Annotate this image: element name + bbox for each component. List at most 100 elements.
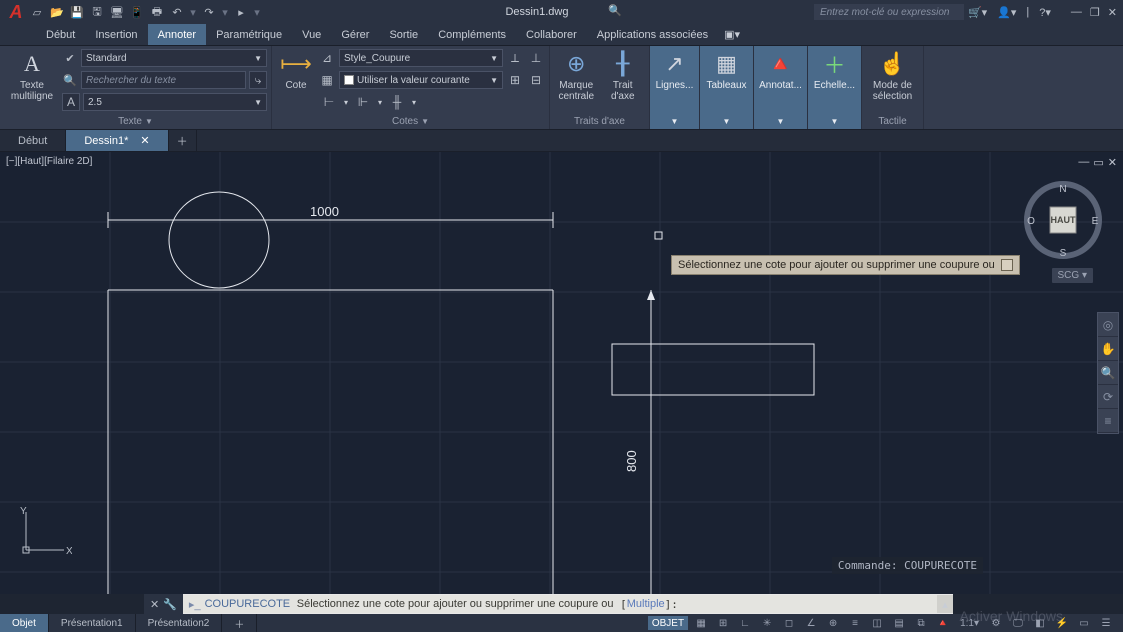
tooltip-options-icon[interactable] [1001,259,1013,271]
drawing-canvas[interactable]: [−][Haut][Filaire 2D] — ▭ ✕ 1000 800 [0,152,1123,594]
layer-icon[interactable]: ▦ [318,71,336,89]
new-icon[interactable]: ▱ [30,5,44,19]
doc-tab-start[interactable]: Début [0,130,66,151]
center-mark-button[interactable]: ⊕ Marque centrale [554,48,599,113]
dimstyle-picker-icon[interactable]: ⊿ [318,49,336,67]
title-search-icon[interactable]: 🔍 [608,4,622,17]
dim-c-icon[interactable]: ⊞ [506,71,524,89]
vp-close-icon[interactable]: ✕ [1108,156,1117,169]
tab-debut[interactable]: Début [36,24,85,45]
tab-annoter[interactable]: Annoter [148,24,207,45]
dim-layer-dropdown[interactable]: Utiliser la valeur courante▼ [339,71,503,89]
saveas-icon[interactable]: 🖫 [90,5,104,19]
dim-a-icon[interactable]: ⟂ [506,49,524,67]
panel-title-texte[interactable]: Texte▼ [4,113,267,129]
cmd-close-icon[interactable]: ✕ [150,598,159,611]
touch-mode-button[interactable]: ☝Mode de sélection [866,48,919,113]
anno-scale-button[interactable]: 🔺Annotat... [758,48,803,113]
tab-apps[interactable]: Applications associées [587,24,718,45]
tab-sortie[interactable]: Sortie [379,24,428,45]
status-osnap-icon[interactable]: ◻ [780,616,798,630]
undo-icon[interactable]: ↶ [170,5,184,19]
doc-tab-close-icon[interactable]: ✕ [140,134,149,147]
text-style-dropdown[interactable]: Standard▼ [81,49,267,67]
panel-drop-annotat[interactable]: ▼ [758,113,803,129]
dimension-button[interactable]: ⟼ Cote [276,48,316,113]
status-ortho-icon[interactable]: ∟ [736,616,754,630]
restore-icon[interactable]: ❐ [1090,6,1100,19]
text-multiline-button[interactable]: A Texte multiligne [4,48,60,113]
leader-button[interactable]: ↗Lignes... [654,48,695,113]
status-track-icon[interactable]: ∠ [802,616,820,630]
tab-parametrique[interactable]: Paramétrique [206,24,292,45]
nav-wheel-icon[interactable]: ◎ [1098,313,1118,337]
text-height-dropdown[interactable]: 2.5▼ [83,93,267,111]
find-text-input[interactable]: Rechercher du texte [81,71,246,89]
panel-drop-echelle[interactable]: ▼ [812,113,857,129]
nav-zoom-icon[interactable]: 🔍 [1098,361,1118,385]
status-dyn-icon[interactable]: ⊕ [824,616,842,630]
close-icon[interactable]: ✕ [1108,6,1117,19]
doc-tab-file[interactable]: Dessin1*✕ [66,130,168,151]
status-scale[interactable]: 1:1▾ [956,616,983,630]
help-icon[interactable]: ?▾ [1039,6,1051,19]
vp-min-icon[interactable]: — [1078,156,1089,169]
status-polar-icon[interactable]: ✳ [758,616,776,630]
command-input[interactable]: ▸_ COUPURECOTE Sélectionnez une cote pou… [183,595,937,613]
status-grid-icon[interactable]: ▦ [692,616,710,630]
web-icon[interactable]: 🖥 [110,5,124,19]
status-anno-icon[interactable]: 🔺 [934,616,952,630]
cmd-custom-icon[interactable]: 🔧 [163,598,177,611]
find-icon[interactable]: 🔍 [62,72,78,88]
status-clean-icon[interactable]: ▭ [1075,616,1093,630]
dim-b-icon[interactable]: ⊥ [527,49,545,67]
panel-title-cotes[interactable]: Cotes▼ [276,113,545,129]
status-qp-icon[interactable]: ▤ [890,616,908,630]
doc-tab-new[interactable]: ＋ [169,130,197,151]
cmd-expand-icon[interactable]: ▴ [937,595,953,613]
qat-more-icon[interactable]: ▸ [234,5,248,19]
layout-tab-model[interactable]: Objet [0,614,49,632]
dim-continue-icon[interactable]: ⊩ [354,93,372,111]
tab-gerer[interactable]: Gérer [331,24,379,45]
layout-tab-p1[interactable]: Présentation1 [49,614,136,632]
find-go-icon[interactable]: ⤷ [249,71,267,89]
spellcheck-icon[interactable]: ✔ [62,50,78,66]
cart-icon[interactable]: 🛒▾ [968,6,987,19]
viewcube[interactable]: HAUT N E S O [1023,180,1103,260]
vp-max-icon[interactable]: ▭ [1093,156,1103,169]
nav-pan-icon[interactable]: ✋ [1098,337,1118,361]
dim-d-icon[interactable]: ⊟ [527,71,545,89]
tab-complements[interactable]: Compléments [428,24,516,45]
tab-insertion[interactable]: Insertion [85,24,147,45]
open-icon[interactable]: 📂 [50,5,64,19]
status-custom-icon[interactable]: ☰ [1097,616,1115,630]
nav-more-icon[interactable]: ≡ [1098,409,1118,433]
redo-icon[interactable]: ↷ [202,5,216,19]
minimize-icon[interactable]: — [1071,6,1082,19]
status-mon-icon[interactable]: 🖵 [1009,616,1027,630]
save-icon[interactable]: 💾 [70,5,84,19]
status-ws-icon[interactable]: ⚙ [987,616,1005,630]
status-trans-icon[interactable]: ◫ [868,616,886,630]
tab-collaborer[interactable]: Collaborer [516,24,587,45]
tab-vue[interactable]: Vue [292,24,331,45]
account-icon[interactable]: 👤▾ [997,6,1016,19]
mobile-icon[interactable]: 📱 [130,5,144,19]
status-iso-icon[interactable]: ◧ [1031,616,1049,630]
dim-linear-icon[interactable]: ⊢ [320,93,338,111]
status-hw-icon[interactable]: ⚡ [1053,616,1071,630]
status-mode[interactable]: OBJET [648,616,688,630]
centerline-button[interactable]: ╂ Trait d'axe [601,48,646,113]
dim-style-dropdown[interactable]: Style_Coupure▼ [339,49,503,67]
status-snap-icon[interactable]: ⊞ [714,616,732,630]
panel-drop-tableaux[interactable]: ▼ [704,113,749,129]
command-line[interactable]: ✕ 🔧 ▸_ COUPURECOTE Sélectionnez une cote… [144,594,953,614]
viewport-label[interactable]: [−][Haut][Filaire 2D] [6,156,92,167]
layout-tab-add[interactable]: ＋ [222,614,257,632]
nav-orbit-icon[interactable]: ⟳ [1098,385,1118,409]
tab-overflow-icon[interactable]: ▣▾ [718,24,746,45]
scg-badge[interactable]: SCG ▾ [1052,268,1093,283]
status-lwt-icon[interactable]: ≡ [846,616,864,630]
keyword-search-input[interactable]: Entrez mot-clé ou expression [814,4,964,20]
